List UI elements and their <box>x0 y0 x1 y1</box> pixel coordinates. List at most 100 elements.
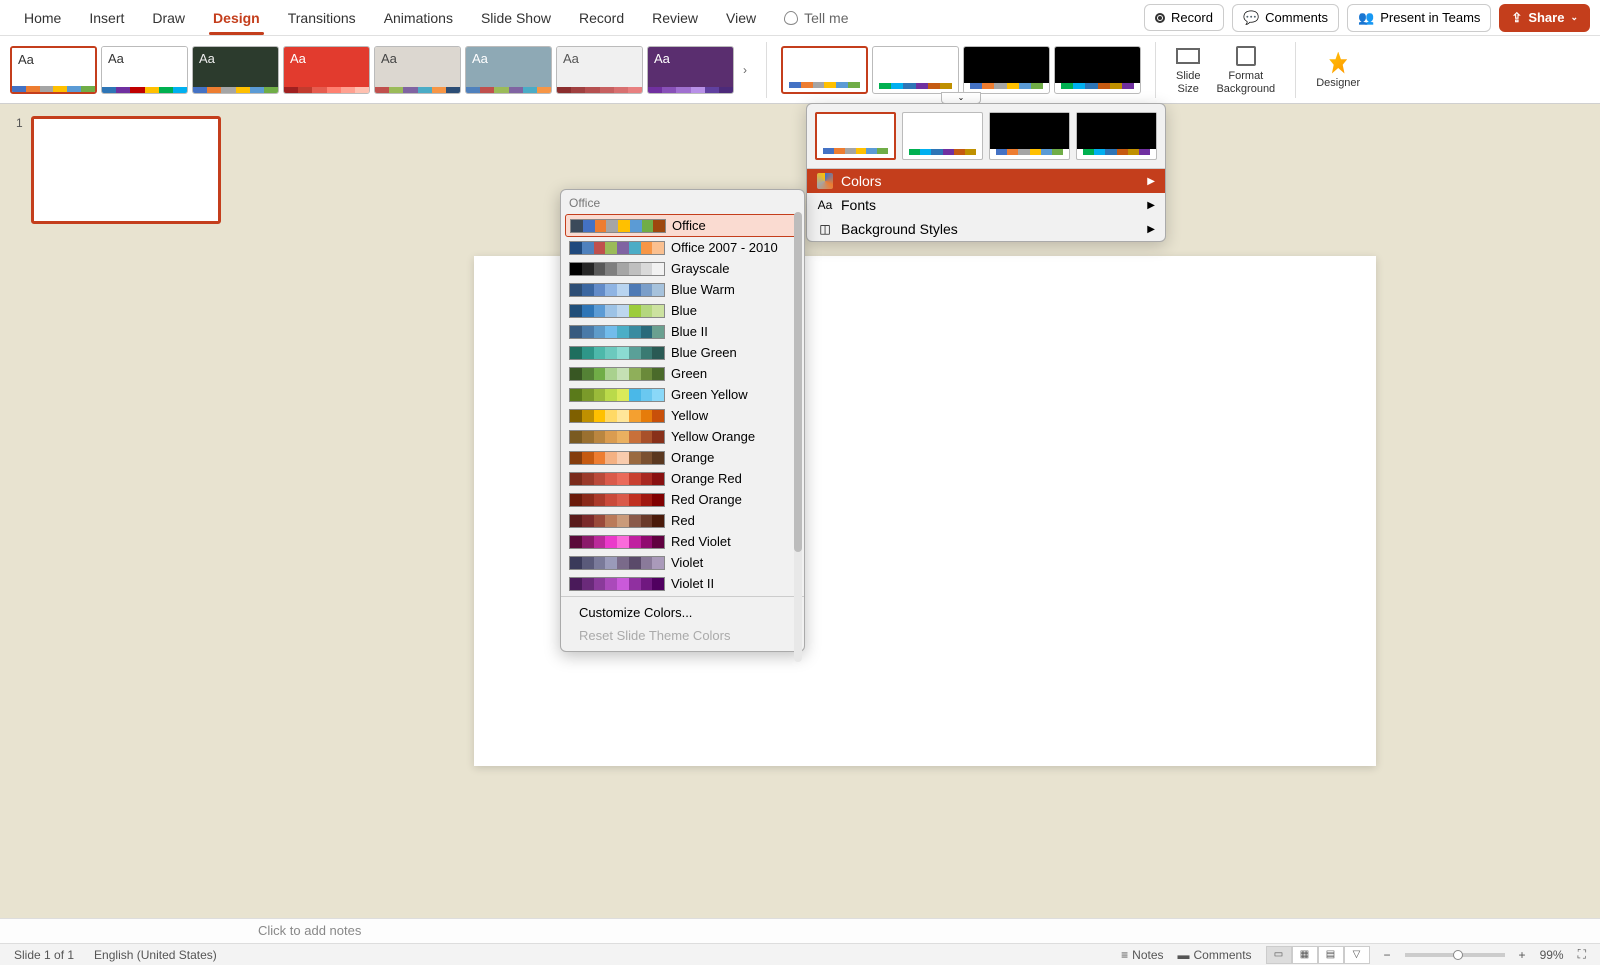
tab-record[interactable]: Record <box>565 2 638 34</box>
notes-pane[interactable]: Click to add notes <box>0 918 1600 943</box>
color-scheme-blue-ii[interactable]: Blue II <box>565 321 798 342</box>
color-scheme-orange[interactable]: Orange <box>565 447 798 468</box>
variants-dropdown-button[interactable]: ⌄ <box>941 92 981 104</box>
tab-animations[interactable]: Animations <box>370 2 467 34</box>
status-slide: Slide 1 of 1 <box>14 948 74 962</box>
view-buttons: ▭ ▦ ▤ ▽ <box>1266 946 1370 964</box>
tab-design[interactable]: Design <box>199 2 274 34</box>
chevron-down-icon: ⌄ <box>1570 12 1578 23</box>
slide-size-button[interactable]: Slide Size <box>1170 40 1206 100</box>
color-scheme-blue[interactable]: Blue <box>565 300 798 321</box>
bulb-icon <box>784 11 798 25</box>
tab-bar: HomeInsertDrawDesignTransitionsAnimation… <box>0 0 1600 36</box>
theme-card[interactable]: Aa <box>283 46 370 94</box>
color-scheme-grayscale[interactable]: Grayscale <box>565 258 798 279</box>
sorter-view-button[interactable]: ▦ <box>1292 946 1318 964</box>
normal-view-button[interactable]: ▭ <box>1266 946 1292 964</box>
tab-view[interactable]: View <box>712 2 770 34</box>
tab-draw[interactable]: Draw <box>138 2 199 34</box>
theme-card[interactable]: Aa <box>192 46 279 94</box>
variant-card[interactable] <box>872 46 959 94</box>
slide-thumbnail[interactable] <box>31 116 221 224</box>
present-teams-button[interactable]: 👥 Present in Teams <box>1347 4 1491 32</box>
color-scheme-red-orange[interactable]: Red Orange <box>565 489 798 510</box>
zoom-slider[interactable] <box>1405 953 1505 957</box>
color-scheme-orange-red[interactable]: Orange Red <box>565 468 798 489</box>
comment-icon: ▬ <box>1178 948 1190 962</box>
tab-review[interactable]: Review <box>638 2 712 34</box>
colors-submenu: Office OfficeOffice 2007 - 2010Grayscale… <box>560 189 805 652</box>
slide-thumbnail-panel: 1 <box>0 104 250 918</box>
status-language[interactable]: English (United States) <box>94 948 217 962</box>
variants-menu-background-styles[interactable]: ◫Background Styles▶ <box>807 217 1165 241</box>
theme-card[interactable]: Aa <box>556 46 643 94</box>
theme-card[interactable]: Aa <box>10 46 97 94</box>
notes-placeholder: Click to add notes <box>258 923 361 938</box>
designer-label: Designer <box>1316 77 1360 89</box>
slide-size-icon <box>1176 48 1200 64</box>
teams-icon: 👥 <box>1358 10 1374 26</box>
zoom-level[interactable]: 99% <box>1540 948 1564 962</box>
theme-card[interactable]: Aa <box>101 46 188 94</box>
variant-popup-card[interactable] <box>902 112 983 160</box>
themes-more-button[interactable]: › <box>738 46 752 94</box>
color-scheme-violet-ii[interactable]: Violet II <box>565 573 798 594</box>
comments-status-label: Comments <box>1194 948 1252 962</box>
fit-button[interactable]: ⛶ <box>1578 947 1586 962</box>
color-scheme-office-2007-2010[interactable]: Office 2007 - 2010 <box>565 237 798 258</box>
design-ribbon: AaAaAaAaAaAaAaAa › ⌄ Slide Size Format B… <box>0 36 1600 104</box>
reading-view-button[interactable]: ▤ <box>1318 946 1344 964</box>
record-button[interactable]: Record <box>1144 4 1224 31</box>
colors-section-header: Office <box>561 194 804 212</box>
variant-popup-card[interactable] <box>989 112 1070 160</box>
slide-size-label: Slide Size <box>1176 70 1200 94</box>
variant-card[interactable] <box>963 46 1050 94</box>
comments-button[interactable]: 💬 Comments <box>1232 4 1339 32</box>
tab-slide-show[interactable]: Slide Show <box>467 2 565 34</box>
zoom-in-button[interactable]: + <box>1519 948 1526 962</box>
variants-popup: Colors▶AaFonts▶◫Background Styles▶ <box>806 103 1166 242</box>
theme-card[interactable]: Aa <box>374 46 461 94</box>
comments-label: Comments <box>1265 10 1328 25</box>
zoom-thumb[interactable] <box>1453 950 1463 960</box>
variants-menu-colors[interactable]: Colors▶ <box>807 169 1165 193</box>
format-background-button[interactable]: Format Background <box>1210 40 1281 100</box>
color-scheme-red[interactable]: Red <box>565 510 798 531</box>
slideshow-view-button[interactable]: ▽ <box>1344 946 1370 964</box>
theme-gallery: AaAaAaAaAaAaAaAa <box>10 46 734 94</box>
color-scheme-office[interactable]: Office <box>565 214 798 237</box>
color-scheme-yellow-orange[interactable]: Yellow Orange <box>565 426 798 447</box>
tab-home[interactable]: Home <box>10 2 75 34</box>
color-scheme-blue-warm[interactable]: Blue Warm <box>565 279 798 300</box>
variant-card[interactable] <box>1054 46 1141 94</box>
theme-card[interactable]: Aa <box>465 46 552 94</box>
variant-popup-card[interactable] <box>815 112 896 160</box>
color-scheme-green-yellow[interactable]: Green Yellow <box>565 384 798 405</box>
variant-popup-card[interactable] <box>1076 112 1157 160</box>
variants-menu: Colors▶AaFonts▶◫Background Styles▶ <box>807 168 1165 241</box>
share-icon: ⇪ <box>1511 10 1522 26</box>
tab-transitions[interactable]: Transitions <box>274 2 370 34</box>
tab-insert[interactable]: Insert <box>75 2 138 34</box>
scrollbar-thumb[interactable] <box>794 212 802 552</box>
color-scheme-green[interactable]: Green <box>565 363 798 384</box>
divider <box>1155 42 1156 98</box>
color-scheme-blue-green[interactable]: Blue Green <box>565 342 798 363</box>
color-scheme-red-violet[interactable]: Red Violet <box>565 531 798 552</box>
tell-me[interactable]: Tell me <box>770 2 862 34</box>
comments-toggle[interactable]: ▬ Comments <box>1178 948 1252 962</box>
designer-button[interactable]: Designer <box>1310 40 1366 100</box>
color-scheme-list: OfficeOffice 2007 - 2010GrayscaleBlue Wa… <box>561 212 804 596</box>
theme-card[interactable]: Aa <box>647 46 734 94</box>
submenu-scrollbar[interactable] <box>794 212 802 662</box>
customize-colors-item[interactable]: Customize Colors... <box>561 601 804 624</box>
zoom-out-button[interactable]: − <box>1384 948 1391 962</box>
color-scheme-yellow[interactable]: Yellow <box>565 405 798 426</box>
comment-icon: 💬 <box>1243 10 1259 26</box>
share-button[interactable]: ⇪ Share ⌄ <box>1499 4 1590 32</box>
variants-menu-fonts[interactable]: AaFonts▶ <box>807 193 1165 217</box>
share-label: Share <box>1528 10 1564 25</box>
notes-toggle[interactable]: ≡Notes <box>1121 948 1163 962</box>
color-scheme-violet[interactable]: Violet <box>565 552 798 573</box>
variant-card[interactable] <box>781 46 868 94</box>
